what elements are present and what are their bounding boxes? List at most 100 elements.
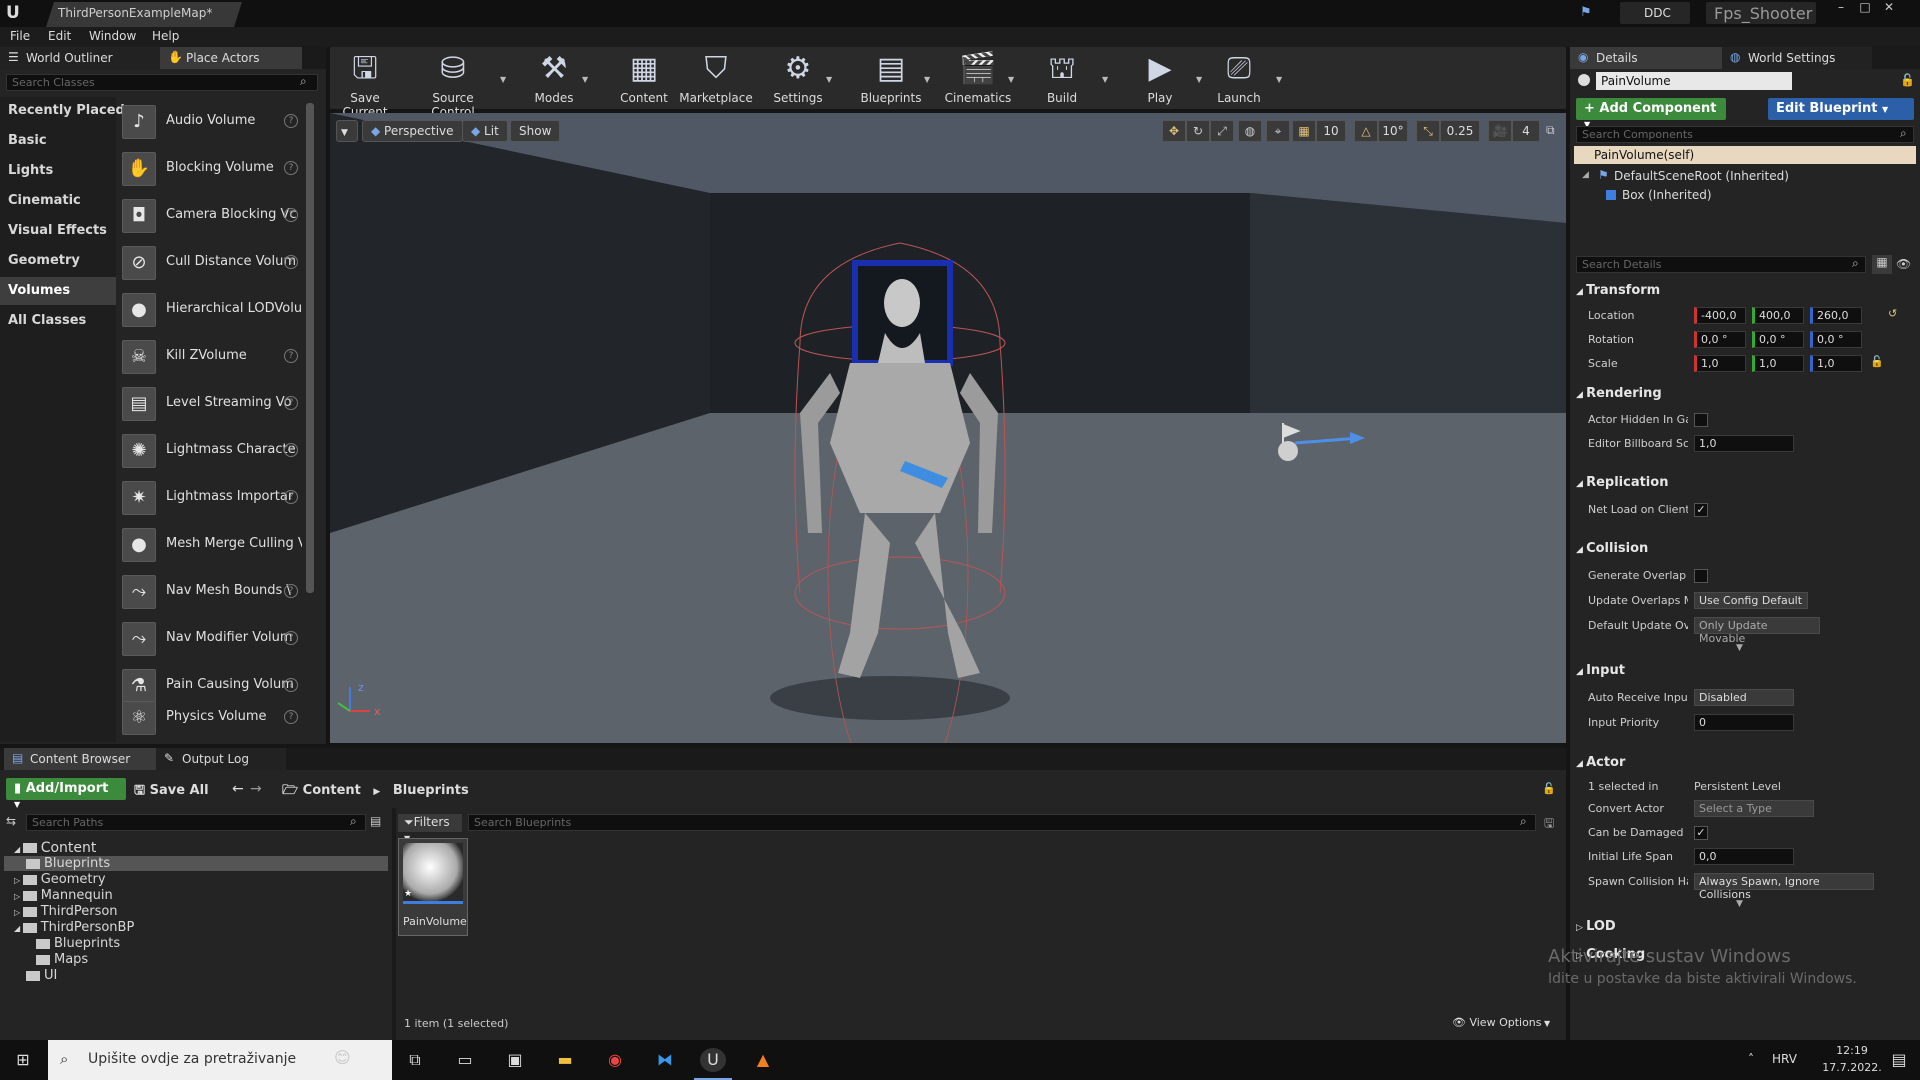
chevron-up-icon[interactable]: ˄ — [1748, 1052, 1754, 1066]
add-import-button[interactable]: ▮ Add/Import ▼ — [6, 778, 126, 809]
category-recently-placed[interactable]: Recently Placed — [8, 103, 125, 118]
help-icon[interactable]: ? — [284, 208, 298, 222]
grid-size-value[interactable]: 10 — [1316, 120, 1346, 142]
back-arrow-icon[interactable]: ← — [232, 781, 244, 797]
list-item[interactable]: ✺ Lightmass Characte ? — [122, 430, 312, 474]
scale-snap-icon[interactable]: ⤡ — [1416, 120, 1440, 142]
translate-icon[interactable]: ✥ — [1162, 120, 1186, 142]
net-load-checkbox[interactable]: ✓ — [1694, 503, 1708, 517]
console-icon[interactable]: ▣ — [502, 1048, 528, 1072]
menu-file[interactable]: File — [10, 29, 30, 43]
list-item[interactable]: ● Hierarchical LODVolum — [122, 289, 312, 333]
collapse-icon[interactable]: ◢ — [1576, 479, 1586, 489]
tab-world-settings[interactable]: ◍ World Settings — [1722, 47, 1872, 69]
file-explorer-icon[interactable]: ▬ — [552, 1048, 578, 1072]
help-icon[interactable]: ? — [284, 490, 298, 504]
chevron-down-icon[interactable]: ▼ — [500, 75, 506, 84]
document-tab[interactable]: ThirdPersonExampleMap* — [46, 2, 242, 27]
play-button[interactable]: ▶ Play — [1130, 51, 1190, 105]
generate-overlap-checkbox[interactable] — [1694, 569, 1708, 583]
list-item[interactable]: ● Mesh Merge Culling Vo — [122, 524, 312, 568]
expand-advanced-icon[interactable]: ▼ — [1736, 899, 1743, 909]
category-basic[interactable]: Basic — [8, 133, 47, 148]
rotation-label[interactable]: Rotation — [1588, 333, 1688, 346]
component-scene-root[interactable]: DefaultSceneRoot (Inherited) — [1614, 169, 1789, 183]
grid-view-icon[interactable]: ▦ — [1872, 255, 1892, 274]
splitter[interactable] — [392, 808, 396, 1040]
clock-date[interactable]: 17.7.2022. — [1822, 1061, 1882, 1074]
forward-arrow-icon[interactable]: → — [250, 781, 262, 797]
angle-snap-icon[interactable]: △ — [1354, 120, 1378, 142]
actor-hidden-checkbox[interactable] — [1694, 413, 1708, 427]
list-item[interactable]: ♪ Audio Volume ? — [122, 101, 312, 145]
edit-blueprint-button[interactable]: Edit Blueprint ▼ — [1768, 98, 1914, 120]
save-all-button[interactable]: 🖫 Save All — [134, 781, 209, 803]
maximize-viewport-icon[interactable]: ⧉ — [1546, 123, 1555, 138]
list-item[interactable]: ▤ Level Streaming Vo ? — [122, 383, 312, 427]
scale-snap-value[interactable]: 0.25 — [1440, 120, 1480, 142]
help-icon[interactable]: ? — [284, 443, 298, 457]
view-options-button[interactable]: 👁 View Options ▼ — [1452, 1016, 1550, 1029]
marketplace-button[interactable]: ⛉ Marketplace — [676, 51, 756, 105]
billboard-scale-field[interactable]: 1,0 — [1694, 435, 1794, 452]
toggle-sources-icon[interactable]: ⇆ — [6, 814, 16, 828]
grid-snap-icon[interactable]: ▦ — [1292, 120, 1316, 142]
chevron-down-icon[interactable]: ▼ — [582, 75, 588, 84]
tree-bp-blueprints[interactable]: Blueprints — [36, 936, 120, 951]
tree-mannequin[interactable]: ▷ Mannequin — [14, 888, 113, 903]
menu-window[interactable]: Window — [89, 29, 136, 43]
list-item[interactable]: ⤳ Nav Mesh Bounds \ ? — [122, 571, 312, 615]
expand-icon[interactable]: ▷ — [1576, 923, 1586, 933]
clock-time[interactable]: 12:19 — [1822, 1044, 1882, 1057]
help-icon[interactable]: ? — [284, 631, 298, 645]
expand-icon[interactable]: ◢ — [1582, 170, 1589, 180]
settings-button[interactable]: ⚙ Settings — [768, 51, 828, 105]
search-paths-input[interactable]: Search Paths — [26, 814, 366, 831]
chevron-down-icon[interactable]: ▼ — [1276, 75, 1282, 84]
tab-output-log[interactable]: ✎ Output Log — [156, 748, 286, 770]
minimize-icon[interactable]: – — [1830, 0, 1852, 16]
world-icon[interactable]: ◍ — [1238, 120, 1262, 142]
task-view-icon[interactable]: ⧉ — [402, 1048, 428, 1072]
source-control-button[interactable]: ⛁ Source Control — [410, 51, 496, 119]
flag-icon[interactable]: ⚑ — [1580, 5, 1596, 21]
category-all-classes[interactable]: All Classes — [8, 313, 86, 328]
chevron-down-icon[interactable]: ▼ — [1008, 75, 1014, 84]
ddc-button[interactable]: DDC — [1620, 2, 1690, 24]
surface-snap-icon[interactable]: ⌖ — [1266, 120, 1290, 142]
list-item[interactable]: ⤳ Nav Modifier Volum ? — [122, 618, 312, 662]
show-button[interactable]: Show — [510, 120, 561, 142]
help-icon[interactable]: ? — [284, 349, 298, 363]
filters-button[interactable]: ⏷Filters ▼ — [398, 814, 462, 843]
location-label[interactable]: Location — [1588, 309, 1688, 322]
menu-help[interactable]: Help — [152, 29, 179, 43]
asset-tile[interactable]: ★ PainVolume — [398, 838, 468, 936]
cinematics-button[interactable]: 🎬 Cinematics — [940, 51, 1016, 105]
lock-scale-icon[interactable]: 🔓 — [1870, 355, 1884, 368]
update-overlaps-dropdown[interactable]: Use Config Default — [1694, 592, 1808, 609]
list-item[interactable]: ⚛ Physics Volume ? — [122, 697, 312, 737]
list-item[interactable]: ⊘ Cull Distance Volum ? — [122, 242, 312, 286]
unreal-taskbar-icon[interactable]: U — [700, 1048, 726, 1072]
rotation-x-field[interactable]: 0,0 ° — [1694, 331, 1746, 348]
tab-place-actors[interactable]: ✋ Place Actors — [160, 47, 302, 69]
viewport-options-button[interactable]: ▼ — [336, 120, 358, 142]
list-item[interactable]: ☠ Kill ZVolume ? — [122, 336, 312, 380]
list-item[interactable]: ◘ Camera Blocking Vc ? — [122, 195, 312, 239]
rotate-icon[interactable]: ↻ — [1186, 120, 1210, 142]
collapse-icon[interactable]: ◢ — [1576, 667, 1586, 677]
scale-icon[interactable]: ⤢ — [1210, 120, 1234, 142]
reset-icon[interactable]: ↺ — [1888, 307, 1897, 320]
perspective-button[interactable]: ◆ Perspective — [362, 120, 463, 142]
location-y-field[interactable]: 400,0 — [1752, 307, 1804, 324]
scale-z-field[interactable]: 1,0 — [1810, 355, 1862, 372]
search-components-input[interactable]: Search Components — [1576, 126, 1914, 143]
save-current-button[interactable]: 🖫 Save Current — [332, 51, 398, 119]
tree-blueprints[interactable]: Blueprints — [26, 856, 110, 871]
blueprints-button[interactable]: ▤ Blueprints — [856, 51, 926, 105]
search-classes-input[interactable]: Search Classes — [6, 74, 318, 91]
camera-speed-value[interactable]: 4 — [1512, 120, 1540, 142]
default-update-dropdown[interactable]: Only Update Movable — [1694, 617, 1820, 645]
terminal-icon[interactable]: ▭ — [452, 1048, 478, 1072]
vlc-icon[interactable]: ▲ — [750, 1048, 776, 1072]
